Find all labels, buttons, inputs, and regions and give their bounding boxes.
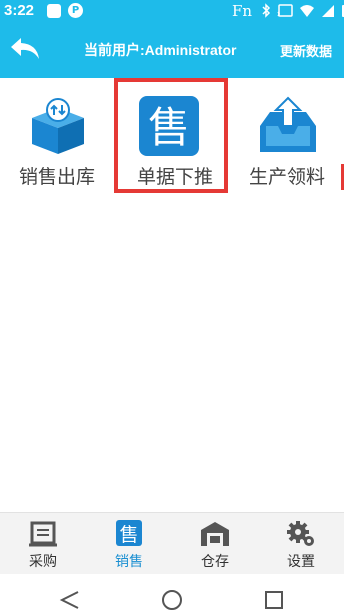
tab-label: 采购 bbox=[29, 554, 57, 570]
wifi-icon bbox=[300, 4, 314, 17]
tile-document-pushdown[interactable]: 售 单据下推 bbox=[114, 78, 228, 193]
gear-icon bbox=[287, 521, 314, 546]
tab-sales[interactable]: 售 销售 bbox=[86, 513, 172, 575]
svg-text:售: 售 bbox=[119, 524, 138, 546]
warehouse-icon bbox=[201, 522, 229, 546]
tile-sales-outbound[interactable]: 销售出库 bbox=[0, 78, 114, 193]
tray-upload-icon bbox=[260, 96, 316, 152]
sales-icon: 售 bbox=[116, 520, 142, 546]
app-toolbar: 当前用户:Administrator 更新数据 bbox=[0, 22, 344, 78]
cast-icon bbox=[277, 3, 293, 17]
status-icons bbox=[261, 3, 344, 18]
nav-back-icon[interactable] bbox=[58, 588, 82, 612]
tab-label: 设置 bbox=[287, 554, 315, 570]
nav-recents-icon[interactable] bbox=[262, 588, 286, 612]
tab-warehouse[interactable]: 仓存 bbox=[172, 513, 258, 575]
status-fn-label: Fn bbox=[232, 2, 253, 20]
refresh-data-button[interactable]: 更新数据 bbox=[280, 41, 332, 60]
tile-label: 销售出库 bbox=[18, 166, 95, 188]
tile-label: 生产领料 bbox=[248, 166, 325, 188]
tab-settings[interactable]: 设置 bbox=[258, 513, 344, 575]
tab-label: 仓存 bbox=[201, 554, 229, 570]
nav-home-icon[interactable] bbox=[160, 588, 184, 612]
tab-purchase[interactable]: 采购 bbox=[0, 513, 86, 575]
function-grid: 销售出库 售 单据下推 生产领料 bbox=[0, 78, 344, 512]
status-bar: 3:22 P Fn bbox=[0, 0, 344, 22]
current-user-label: 当前用户:Administrator bbox=[84, 42, 237, 58]
notification-square-icon bbox=[47, 4, 61, 18]
bottom-tab-bar: 采购 售 销售 仓存 设置 bbox=[0, 512, 344, 574]
system-nav-bar bbox=[0, 574, 344, 612]
purchase-icon bbox=[29, 521, 57, 547]
box-delivery-icon bbox=[32, 98, 84, 154]
sale-doc-icon: 售 bbox=[139, 96, 199, 156]
signal-icon bbox=[322, 4, 334, 17]
status-time: 3:22 bbox=[4, 2, 35, 19]
tile-production-picking[interactable]: 生产领料 bbox=[230, 78, 344, 193]
back-arrow-icon[interactable] bbox=[8, 34, 42, 64]
svg-text:售: 售 bbox=[148, 103, 190, 152]
bluetooth-icon bbox=[262, 3, 271, 18]
notification-p-icon: P bbox=[68, 3, 83, 18]
tab-label: 销售 bbox=[115, 554, 143, 570]
tile-label: 单据下推 bbox=[136, 166, 213, 188]
